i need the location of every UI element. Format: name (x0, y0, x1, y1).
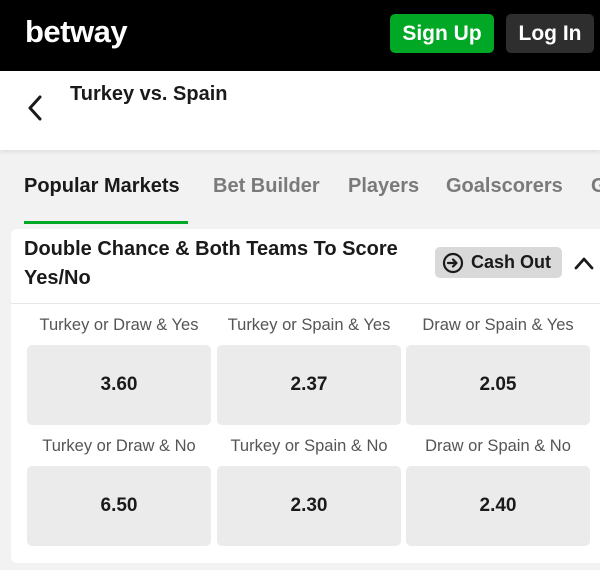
outcome-label: Turkey or Spain & Yes (227, 316, 391, 334)
match-title: Turkey vs. Spain (70, 83, 228, 105)
outcome-label: Draw or Spain & Yes (422, 316, 574, 334)
outcome-label: Turkey or Draw & Yes (39, 316, 199, 334)
odds-button[interactable]: 3.60 (27, 345, 211, 425)
tab-popular-markets[interactable]: Popular Markets (24, 175, 180, 198)
tab-partial[interactable]: G (591, 175, 600, 198)
odds-button[interactable]: 6.50 (27, 466, 211, 546)
outcome-label: Turkey or Draw & No (42, 437, 196, 455)
sign-up-button[interactable]: Sign Up (390, 14, 494, 53)
tab-players[interactable]: Players (348, 175, 419, 198)
outcome-label: Draw or Spain & No (425, 437, 571, 455)
match-header: Turkey vs. Spain (0, 71, 600, 150)
tab-goalscorers[interactable]: Goalscorers (446, 175, 563, 198)
odds-button[interactable]: 2.05 (406, 345, 590, 425)
cash-out-badge: Cash Out (435, 247, 562, 278)
cash-out-icon (442, 252, 464, 274)
log-in-button[interactable]: Log In (506, 14, 594, 53)
odds-button[interactable]: 2.37 (217, 345, 401, 425)
odds-button[interactable]: 2.30 (217, 466, 401, 546)
outcome-label: Turkey or Spain & No (230, 437, 388, 455)
market-divider (11, 303, 600, 304)
odds-button[interactable]: 2.40 (406, 466, 590, 546)
chevron-up-icon[interactable] (572, 251, 596, 275)
active-tab-indicator (24, 221, 188, 224)
chevron-left-icon[interactable] (20, 93, 50, 123)
cash-out-label: Cash Out (471, 252, 552, 272)
betway-logo[interactable]: betway (25, 14, 128, 50)
tab-bet-builder[interactable]: Bet Builder (213, 175, 320, 198)
market-tabs: Popular Markets Bet Builder Players Goal… (0, 150, 600, 224)
market-title[interactable]: Double Chance & Both Teams To Score Yes/… (24, 235, 404, 293)
top-bar: betway Sign Up Log In (0, 0, 600, 71)
